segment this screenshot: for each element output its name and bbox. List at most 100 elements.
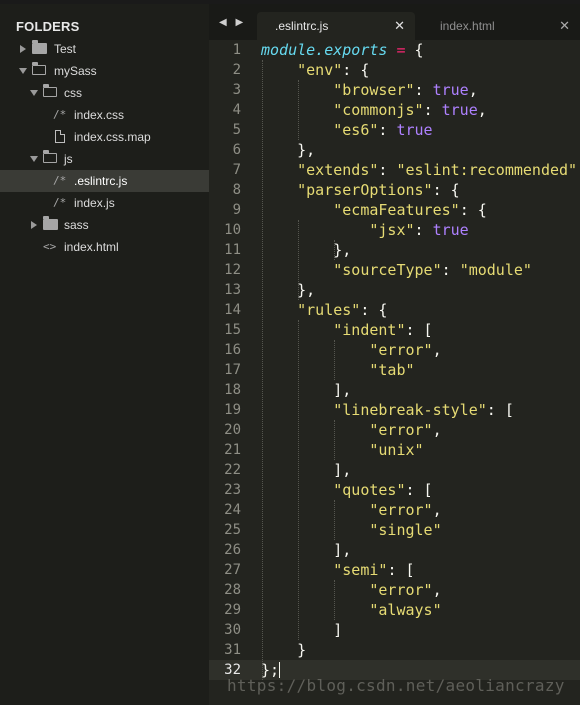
code-token: } [261,641,307,659]
code-token: , [432,341,442,359]
chevron-down-icon[interactable] [19,68,27,74]
tab-nav-arrows-icon[interactable]: ◀ ▶ [219,17,246,28]
close-icon[interactable]: ✕ [559,12,570,40]
code-line[interactable]: } [261,640,306,660]
line-number: 11 [224,242,241,258]
code-editor[interactable]: 1 2 3 4 5 6 7 8 9 10 11 12 13 14 15 16 17 18 19 20 21 22 23 24 2… [209,40,580,705]
code-line[interactable]: "commonjs": true, [261,100,487,120]
tab-index-html[interactable]: index.html ✕ [422,12,580,40]
code-line[interactable]: }, [261,240,351,260]
code-token: }, [261,281,316,299]
line-number: 4 [232,102,241,118]
code-token: "ecmaFeatures" [333,201,460,219]
code-token: : [441,261,460,279]
chevron-right-icon[interactable] [20,45,26,53]
line-number: 15 [224,322,241,338]
code-line[interactable]: "error", [261,500,442,520]
code-token: , [432,501,442,519]
code-token: : [ [405,481,433,499]
code-line[interactable]: "single" [261,520,441,540]
code-token: "error" [369,421,433,439]
tab-label: .eslintrc.js [275,19,329,33]
tree-file-eslintrc-js[interactable]: /* .eslintrc.js [0,170,209,192]
code-line[interactable]: "semi": [ [261,560,414,580]
tree-label: index.js [74,196,115,210]
code-line[interactable]: "tab" [261,360,415,380]
code-token: "unix" [369,441,424,459]
close-icon[interactable]: ✕ [394,12,405,40]
watermark: https://blog.csdn.net/aeoliancrazy [227,676,565,695]
code-area[interactable]: module.exports = { "env": { "browser": t… [261,40,580,680]
tree-file-index-css-map[interactable]: index.css.map [0,126,209,148]
tree-file-index-html[interactable]: <> index.html [0,236,209,258]
folder-icon [43,216,58,230]
code-line[interactable]: ], [261,460,351,480]
code-line[interactable]: "error", [261,340,442,360]
code-token: "quotes" [333,481,406,499]
chevron-right-icon[interactable] [31,221,37,229]
code-line[interactable]: ], [261,380,351,400]
tree-label: css [64,86,82,100]
tree-folder-js[interactable]: js [0,148,209,170]
tree-file-index-css[interactable]: /* index.css [0,104,209,126]
code-line[interactable]: }, [261,280,315,300]
code-line[interactable]: "sourceType": "module" [261,260,532,280]
line-number: 14 [224,302,241,318]
chevron-down-icon[interactable] [30,90,38,96]
line-number: 29 [224,602,241,618]
code-line[interactable]: "ecmaFeatures": { [261,200,487,220]
code-token: , [477,101,487,119]
tree-folder-sass[interactable]: sass [0,214,209,236]
code-line[interactable]: "indent": [ [261,320,432,340]
code-line[interactable]: ], [261,540,351,560]
code-line[interactable]: "browser": true, [261,80,478,100]
code-line[interactable]: ] [261,620,342,640]
code-line[interactable]: "quotes": [ [261,480,433,500]
code-token: ], [261,541,352,559]
open-folder-icon [42,84,57,97]
code-token: "tab" [369,361,415,379]
code-token: { [405,41,424,59]
code-line[interactable]: "env": { [261,60,369,80]
code-line[interactable]: "rules": { [261,300,387,320]
line-number: 25 [224,522,241,538]
code-token: "jsx" [369,221,415,239]
code-line[interactable]: "extends": "eslint:recommended", [261,160,580,180]
code-token: }, [261,141,316,159]
code-line[interactable]: "jsx": true [261,220,468,240]
code-line[interactable]: module.exports = { [261,40,424,60]
code-line[interactable]: "parserOptions": { [261,180,460,200]
code-line[interactable]: "always" [261,600,441,620]
tree-folder-css[interactable]: css [0,82,209,104]
code-line[interactable]: "linebreak-style": [ [261,400,514,420]
tree-folder-test[interactable]: Test [0,38,209,60]
code-token: : [414,81,433,99]
code-token: "eslint:recommended" [396,161,578,179]
code-token: "extends" [297,161,379,179]
sidebar: FOLDERS Test mySass css /* index.css ind… [0,4,209,705]
line-number: 9 [232,202,241,218]
code-line[interactable]: "es6": true [261,120,432,140]
chevron-down-icon[interactable] [30,156,38,162]
tree-folder-mysass[interactable]: mySass [0,60,209,82]
tree-file-index-js[interactable]: /* index.js [0,192,209,214]
code-token: , [432,421,442,439]
comment-file-icon: /* [53,196,67,209]
line-number: 27 [224,562,241,578]
code-line[interactable]: "error", [261,580,441,600]
tree-label: sass [64,218,89,232]
code-token: ], [261,461,352,479]
code-line[interactable]: "unix" [261,440,424,460]
code-line[interactable]: "error", [261,420,442,440]
code-line[interactable]: }, [261,140,315,160]
tree-label: index.css [74,108,125,122]
tab-eslintrc-js[interactable]: .eslintrc.js ✕ [257,12,415,40]
